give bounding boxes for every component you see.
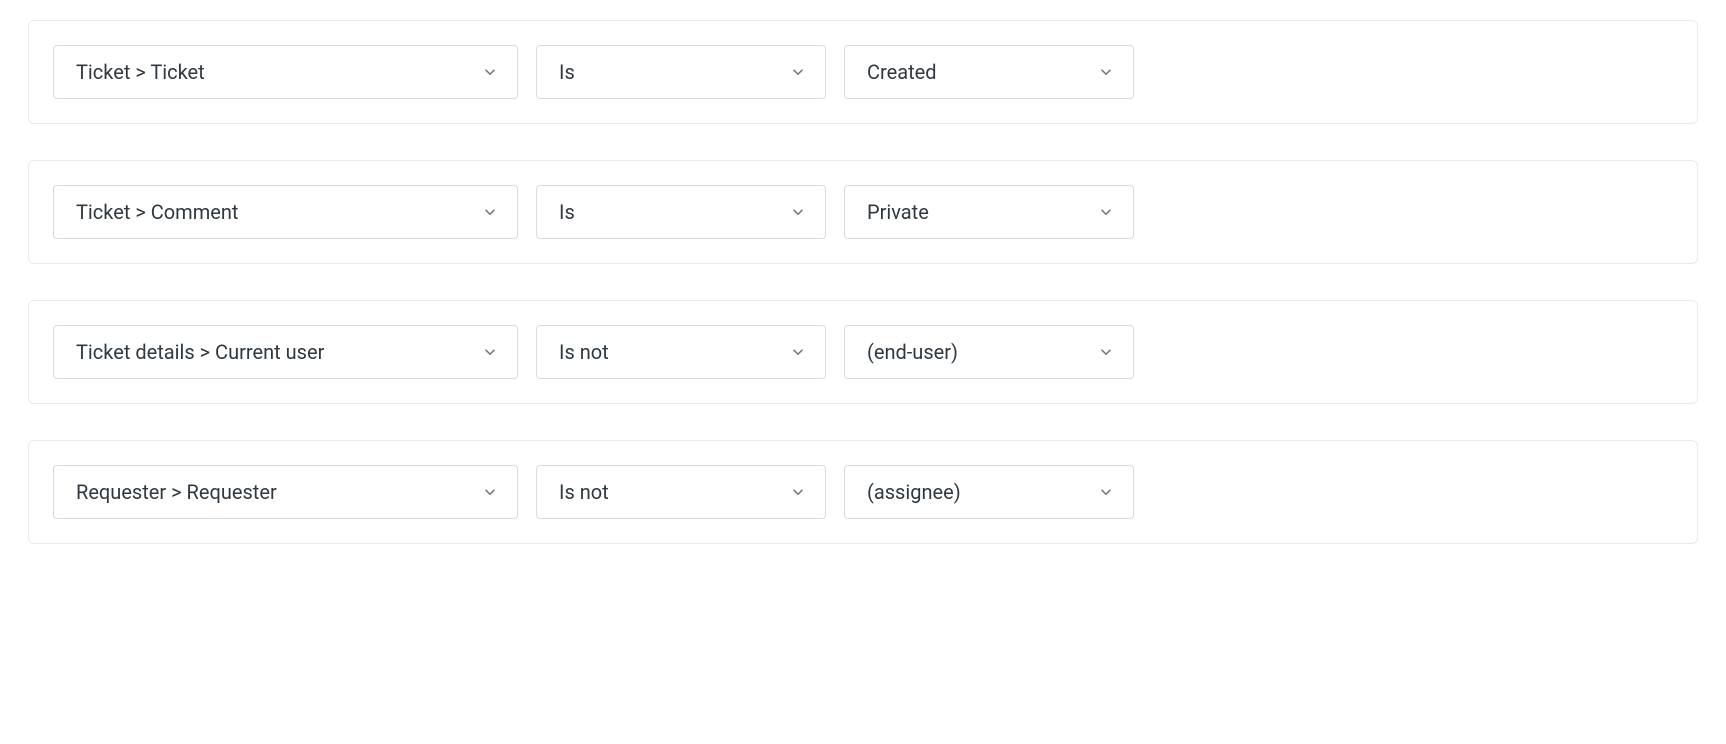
condition-field-select[interactable]: Ticket details > Current user [53, 325, 518, 379]
condition-operator-select[interactable]: Is [536, 185, 826, 239]
condition-value-label: Private [867, 200, 929, 224]
condition-value-label: (end-user) [867, 340, 958, 364]
condition-field-label: Ticket details > Current user [76, 340, 324, 364]
condition-operator-select[interactable]: Is not [536, 325, 826, 379]
condition-value-select[interactable]: Private [844, 185, 1134, 239]
condition-operator-label: Is not [559, 480, 609, 504]
condition-field-label: Ticket > Ticket [76, 60, 205, 84]
condition-field-label: Ticket > Comment [76, 200, 238, 224]
chevron-down-icon [789, 203, 807, 221]
condition-field-select[interactable]: Ticket > Ticket [53, 45, 518, 99]
condition-value-select[interactable]: Created [844, 45, 1134, 99]
condition-row: Ticket details > Current user Is not (en… [28, 300, 1698, 404]
chevron-down-icon [481, 483, 499, 501]
condition-row: Ticket > Comment Is Private [28, 160, 1698, 264]
chevron-down-icon [481, 203, 499, 221]
condition-operator-label: Is not [559, 340, 609, 364]
condition-operator-select[interactable]: Is not [536, 465, 826, 519]
chevron-down-icon [481, 63, 499, 81]
chevron-down-icon [1097, 203, 1115, 221]
condition-field-label: Requester > Requester [76, 480, 277, 504]
chevron-down-icon [789, 483, 807, 501]
chevron-down-icon [481, 343, 499, 361]
condition-value-select[interactable]: (end-user) [844, 325, 1134, 379]
chevron-down-icon [1097, 343, 1115, 361]
condition-row: Ticket > Ticket Is Created [28, 20, 1698, 124]
condition-value-label: Created [867, 60, 937, 84]
chevron-down-icon [1097, 483, 1115, 501]
condition-field-select[interactable]: Ticket > Comment [53, 185, 518, 239]
condition-field-select[interactable]: Requester > Requester [53, 465, 518, 519]
chevron-down-icon [789, 63, 807, 81]
condition-row: Requester > Requester Is not (assignee) [28, 440, 1698, 544]
condition-value-select[interactable]: (assignee) [844, 465, 1134, 519]
condition-operator-label: Is [559, 200, 575, 224]
chevron-down-icon [1097, 63, 1115, 81]
condition-operator-label: Is [559, 60, 575, 84]
condition-value-label: (assignee) [867, 480, 961, 504]
chevron-down-icon [789, 343, 807, 361]
condition-operator-select[interactable]: Is [536, 45, 826, 99]
